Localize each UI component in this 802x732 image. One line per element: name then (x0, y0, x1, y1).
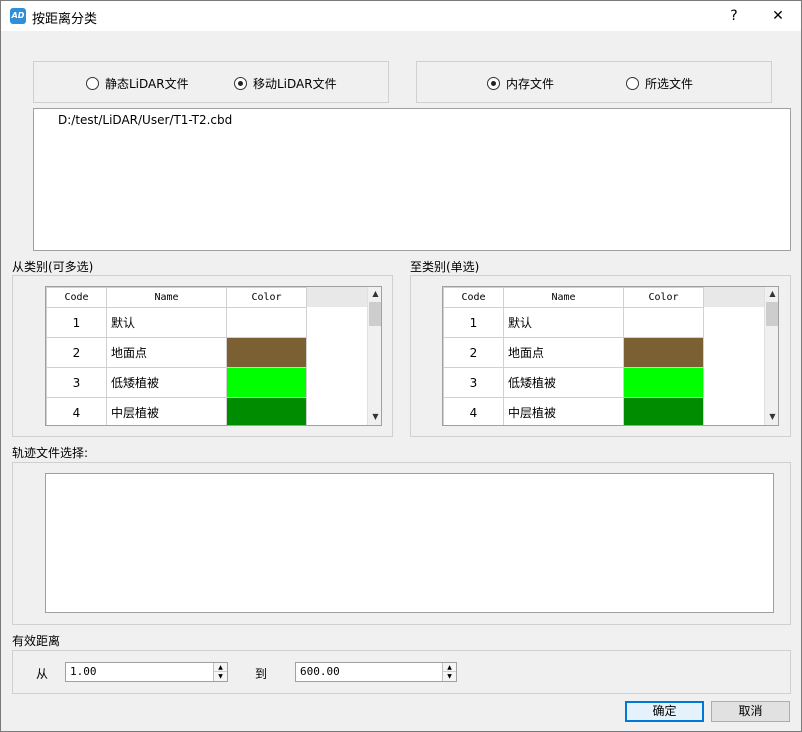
header-filler (704, 287, 765, 307)
radio-selected-files-indicator (626, 77, 639, 90)
scroll-up-icon[interactable]: ▲ (368, 287, 381, 301)
distance-from-label: 从 (36, 667, 49, 681)
file-list[interactable]: D:/test/LiDAR/User/T1-T2.cbd (33, 108, 791, 251)
distance-to-label: 到 (255, 667, 268, 681)
from-class-rows: 1 默认 2 地面点 3 低矮植被 4 中层植被 (46, 307, 307, 425)
radio-mobile-lidar-label: 移动LiDAR文件 (253, 77, 337, 91)
radio-memory-files-label: 内存文件 (506, 77, 555, 91)
table-row[interactable]: 1 默认 (46, 307, 307, 338)
distance-from-spinbox[interactable]: 1.00 ▲ ▼ (65, 662, 228, 682)
table-row[interactable]: 3 低矮植被 (443, 367, 704, 398)
radio-static-lidar-label: 静态LiDAR文件 (105, 77, 189, 91)
cell-color-swatch (623, 337, 704, 368)
cancel-button[interactable]: 取消 (711, 701, 790, 722)
col-header-name[interactable]: Name (503, 287, 624, 308)
file-scope-group: 内存文件 所选文件 (416, 61, 772, 103)
cell-name: 默认 (503, 307, 624, 338)
app-icon: AD (10, 8, 26, 24)
cell-name: 中层植被 (106, 397, 227, 425)
col-header-color[interactable]: Color (623, 287, 704, 308)
scroll-down-icon[interactable]: ▼ (765, 410, 778, 424)
cell-code: 4 (46, 397, 107, 425)
spin-down-icon[interactable]: ▼ (443, 672, 456, 681)
cell-code: 2 (443, 337, 504, 368)
table-row[interactable]: 1 默认 (443, 307, 704, 338)
from-class-scrollbar[interactable]: ▲ ▼ (367, 287, 381, 425)
trajectory-label: 轨迹文件选择: (12, 446, 89, 460)
cell-color-swatch (623, 397, 704, 425)
table-row[interactable]: 4 中层植被 (46, 397, 307, 425)
cell-color-swatch (226, 397, 307, 425)
cell-color-swatch (226, 337, 307, 368)
from-class-label: 从类别(可多选) (12, 260, 94, 274)
spin-up-icon[interactable]: ▲ (443, 663, 456, 672)
cell-name: 地面点 (503, 337, 624, 368)
cell-color-swatch (623, 307, 704, 338)
cell-code: 3 (443, 367, 504, 398)
cell-code: 1 (443, 307, 504, 338)
cell-color-swatch (226, 307, 307, 338)
distance-group: 从 1.00 ▲ ▼ 到 600.00 ▲ ▼ (12, 650, 791, 694)
distance-label: 有效距离 (12, 634, 61, 648)
from-class-group: Code Name Color 1 默认 2 地面点 3 低矮植被 4 中层植被 ▲ ▼ (12, 275, 393, 437)
file-list-item[interactable]: D:/test/LiDAR/User/T1-T2.cbd (58, 113, 232, 127)
to-class-label: 至类别(单选) (410, 260, 480, 274)
spin-down-icon[interactable]: ▼ (214, 672, 227, 681)
scroll-up-icon[interactable]: ▲ (765, 287, 778, 301)
radio-memory-files-indicator (487, 77, 500, 90)
window-title: 按距离分类 (32, 12, 98, 27)
from-class-grid: Code Name Color 1 默认 2 地面点 3 低矮植被 4 中层植被 (46, 287, 307, 425)
radio-selected-files-label: 所选文件 (645, 77, 694, 91)
table-row[interactable]: 2 地面点 (443, 337, 704, 368)
radio-mobile-lidar-indicator (234, 77, 247, 90)
cell-code: 3 (46, 367, 107, 398)
distance-to-value: 600.00 (300, 665, 340, 678)
radio-mobile-lidar[interactable]: 移动LiDAR文件 (234, 75, 337, 92)
trajectory-file-list[interactable] (45, 473, 774, 613)
source-type-group: 静态LiDAR文件 移动LiDAR文件 (33, 61, 389, 103)
cell-name: 地面点 (106, 337, 227, 368)
col-header-code[interactable]: Code (46, 287, 107, 308)
cell-name: 中层植被 (503, 397, 624, 425)
distance-from-stepper: ▲ ▼ (213, 663, 227, 681)
col-header-color[interactable]: Color (226, 287, 307, 308)
scroll-down-icon[interactable]: ▼ (368, 410, 381, 424)
cell-code: 2 (46, 337, 107, 368)
to-class-scrollbar[interactable]: ▲ ▼ (764, 287, 778, 425)
close-button[interactable]: ✕ (755, 1, 801, 31)
distance-to-stepper: ▲ ▼ (442, 663, 456, 681)
cell-code: 1 (46, 307, 107, 338)
spin-up-icon[interactable]: ▲ (214, 663, 227, 672)
help-button[interactable]: ? (711, 1, 757, 31)
col-header-name[interactable]: Name (106, 287, 227, 308)
cell-name: 默认 (106, 307, 227, 338)
table-row[interactable]: 3 低矮植被 (46, 367, 307, 398)
scroll-thumb[interactable] (369, 302, 381, 326)
scroll-thumb[interactable] (766, 302, 778, 326)
to-class-grid: Code Name Color 1 默认 2 地面点 3 低矮植被 4 中层植被 (443, 287, 704, 425)
col-header-code[interactable]: Code (443, 287, 504, 308)
classify-by-distance-dialog: AD 按距离分类 ? ✕ 静态LiDAR文件 移动LiDAR文件 内存文件 所选… (0, 0, 802, 732)
cell-name: 低矮植被 (106, 367, 227, 398)
to-class-table[interactable]: Code Name Color 1 默认 2 地面点 3 低矮植被 4 中层植被 ▲ ▼ (442, 286, 779, 426)
radio-selected-files[interactable]: 所选文件 (626, 75, 693, 92)
cell-code: 4 (443, 397, 504, 425)
distance-from-value: 1.00 (70, 665, 97, 678)
table-row[interactable]: 2 地面点 (46, 337, 307, 368)
ok-button[interactable]: 确定 (625, 701, 704, 722)
from-class-table[interactable]: Code Name Color 1 默认 2 地面点 3 低矮植被 4 中层植被 ▲ ▼ (45, 286, 382, 426)
to-class-group: Code Name Color 1 默认 2 地面点 3 低矮植被 4 中层植被 ▲ ▼ (410, 275, 791, 437)
radio-memory-files[interactable]: 内存文件 (487, 75, 554, 92)
to-class-rows: 1 默认 2 地面点 3 低矮植被 4 中层植被 (443, 307, 704, 425)
header-filler (307, 287, 368, 307)
radio-static-lidar-indicator (86, 77, 99, 90)
title-bar: AD 按距离分类 ? ✕ (1, 1, 801, 31)
cell-name: 低矮植被 (503, 367, 624, 398)
radio-static-lidar[interactable]: 静态LiDAR文件 (86, 75, 189, 92)
distance-to-spinbox[interactable]: 600.00 ▲ ▼ (295, 662, 457, 682)
cell-color-swatch (623, 367, 704, 398)
cell-color-swatch (226, 367, 307, 398)
table-row[interactable]: 4 中层植被 (443, 397, 704, 425)
